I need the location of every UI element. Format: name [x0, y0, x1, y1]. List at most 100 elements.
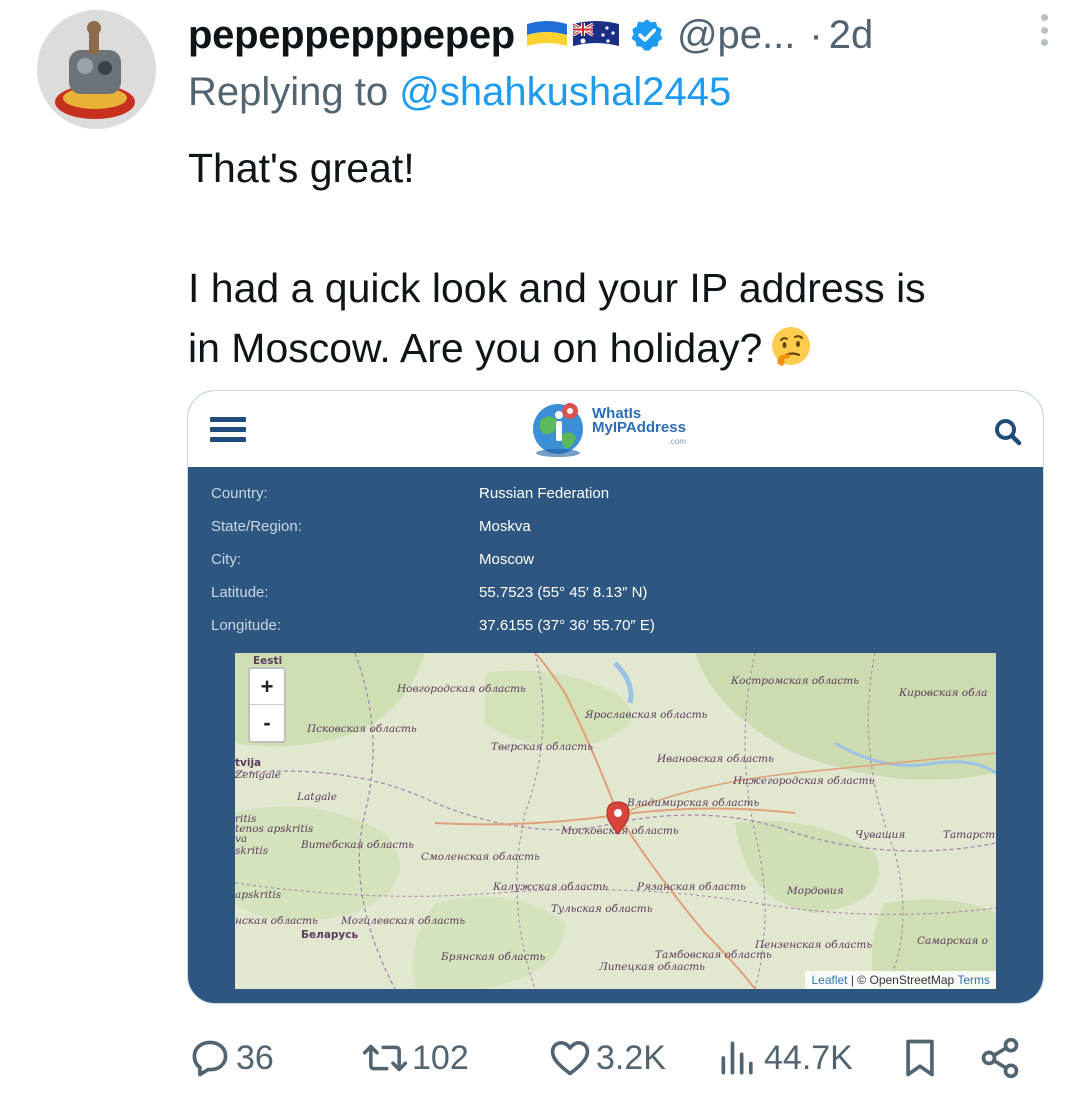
map-label: Кировская обла: [899, 687, 988, 699]
info-value: Moskva: [479, 518, 531, 535]
repost-icon: [362, 1044, 408, 1072]
map-label: Ивановская область: [657, 753, 774, 765]
location-map[interactable]: Eesti Новгородская область Костромская о…: [235, 653, 996, 989]
info-key: Country:: [211, 485, 268, 502]
map-label: Новгородская область: [397, 683, 526, 695]
replying-prefix: Replying to: [188, 70, 400, 114]
info-row: State/Region: Moskva: [211, 510, 655, 543]
zoom-in-button[interactable]: +: [250, 669, 284, 705]
attribution-separator: | ©: [847, 973, 870, 987]
hamburger-menu-icon[interactable]: [210, 417, 246, 443]
like-button[interactable]: 3.2K: [548, 1030, 666, 1086]
info-row: Latitude: 55.7523 (55° 45′ 8.13″ N): [211, 576, 655, 609]
thinking-face-icon: [772, 327, 811, 366]
search-icon[interactable]: [993, 417, 1023, 447]
info-value: 37.6155 (37° 36′ 55.70″ E): [479, 617, 655, 634]
share-button[interactable]: [978, 1030, 1026, 1086]
tweet-text-line-with-emoji: in Moscow. Are you on holiday?: [188, 318, 1048, 378]
user-handle[interactable]: @pe...: [677, 13, 795, 58]
more-options-icon[interactable]: [1034, 8, 1054, 52]
replying-to: Replying to @shahkushal2445: [188, 70, 731, 115]
tweet-header: pepeppepppepep @pe... · 2d: [188, 8, 1048, 62]
like-count: 3.2K: [596, 1038, 666, 1077]
bookmark-icon: [906, 1039, 934, 1077]
info-key: City:: [211, 551, 241, 568]
info-row: Country: Russian Federation: [211, 477, 655, 510]
info-value: Russian Federation: [479, 485, 610, 502]
terms-link[interactable]: Terms: [957, 973, 990, 987]
site-header: WhatIs MyIPAddress .com: [188, 391, 1043, 467]
share-icon: [981, 1037, 1019, 1079]
map-label: Нижегородская область: [733, 775, 875, 787]
map-label: apskritis: [235, 889, 282, 901]
map-label: Мордовия: [787, 885, 844, 897]
zoom-out-button[interactable]: -: [250, 705, 284, 741]
map-zoom-control: + -: [248, 667, 286, 743]
map-label: Чувашия: [855, 829, 906, 841]
avatar[interactable]: [37, 10, 156, 129]
bookmark-button[interactable]: [898, 1030, 946, 1086]
map-label: Витебская область: [301, 839, 414, 851]
repost-button[interactable]: 102: [362, 1030, 469, 1086]
tweet-text: That's great! I had a quick look and you…: [188, 138, 1048, 378]
map-label: va: [235, 833, 248, 845]
map-label: Eesti: [253, 655, 283, 667]
reply-icon: [192, 1040, 228, 1077]
repost-count: 102: [412, 1038, 469, 1077]
map-label: Костромская область: [731, 675, 859, 687]
map-label: Могилевская область: [341, 915, 466, 927]
reply-count: 36: [236, 1038, 274, 1077]
ip-info-table: Country: Russian Federation State/Region…: [211, 477, 655, 642]
site-logo[interactable]: WhatIs MyIPAddress .com: [530, 399, 686, 457]
info-key: Latitude:: [211, 584, 269, 601]
map-label: Latgale: [297, 791, 338, 803]
info-key: State/Region:: [211, 518, 302, 535]
timestamp[interactable]: 2d: [829, 13, 874, 58]
map-label: Владимирская область: [627, 797, 760, 809]
logo-line-2: MyIPAddress: [592, 419, 686, 436]
map-attribution: Leaflet | © OpenStreetMap Terms: [805, 971, 996, 989]
info-value: 55.7523 (55° 45′ 8.13″ N): [479, 584, 648, 601]
action-bar: 36 102 3.2K 44.7K: [188, 1030, 1028, 1086]
map-label: Самарская о: [917, 935, 989, 947]
australia-flag-icon: [572, 21, 619, 46]
map-label: skritis: [235, 845, 269, 857]
osm-attribution[interactable]: OpenStreetMap: [869, 973, 954, 987]
map-label: Пензенская область: [755, 939, 873, 951]
map-label: Псковская область: [307, 723, 417, 735]
replying-mention-link[interactable]: @shahkushal2445: [399, 70, 731, 114]
logo-line-3: .com: [668, 437, 686, 446]
location-pin-icon[interactable]: [605, 801, 631, 835]
image-card[interactable]: WhatIs MyIPAddress .com Country: Russian…: [187, 390, 1044, 1004]
map-label: Липецкая область: [599, 961, 705, 973]
map-label: Тверская область: [491, 741, 593, 753]
map-label: Смоленская область: [421, 851, 540, 863]
views-button[interactable]: 44.7K: [716, 1030, 853, 1086]
map-label: Тульская область: [551, 903, 653, 915]
info-value: Moscow: [479, 551, 535, 568]
globe-icon: [533, 403, 583, 457]
info-row: City: Moscow: [211, 543, 655, 576]
heart-icon: [550, 1040, 590, 1076]
info-row: Longitude: 37.6155 (37° 36′ 55.70″ E): [211, 609, 655, 642]
separator-dot: ·: [809, 12, 823, 57]
views-count: 44.7K: [764, 1038, 853, 1077]
info-key: Longitude:: [211, 617, 282, 634]
map-label: Ярославская область: [585, 709, 708, 721]
leaflet-link[interactable]: Leaflet: [811, 973, 847, 987]
tweet-text-line: That's great!: [188, 145, 415, 191]
display-name[interactable]: pepeppepppepep: [188, 13, 515, 58]
map-label: Рязанская область: [637, 881, 746, 893]
map-label: нская область: [235, 915, 318, 927]
map-label: Калужская область: [493, 881, 609, 893]
tweet-text-line: I had a quick look and your IP address i…: [188, 265, 926, 311]
reply-button[interactable]: 36: [188, 1030, 274, 1086]
map-label: Zemgale: [235, 769, 282, 781]
map-label: Беларусь: [301, 929, 359, 941]
map-label: Татарст: [943, 829, 996, 841]
tweet-text-line: in Moscow. Are you on holiday?: [188, 325, 763, 371]
map-label: Брянская область: [441, 951, 546, 963]
map-label: tvija: [235, 757, 262, 769]
ukraine-flag-icon: [526, 21, 567, 46]
views-icon: [721, 1041, 753, 1075]
